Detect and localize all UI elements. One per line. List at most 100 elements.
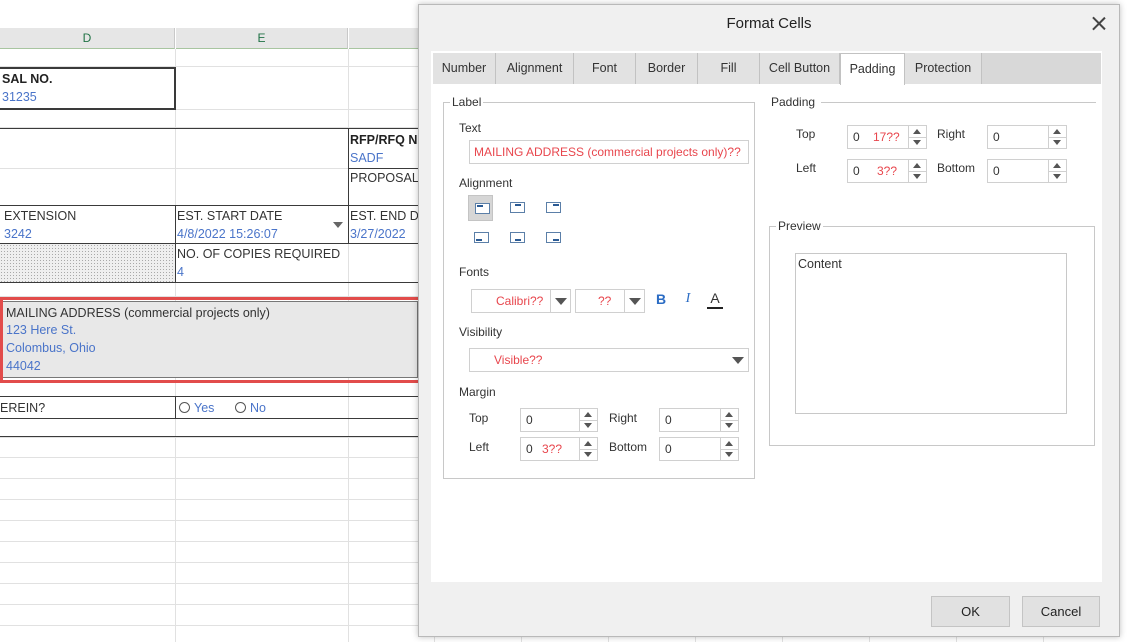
spin-up-icon[interactable] [1049, 126, 1066, 137]
spin-down-icon[interactable] [909, 137, 926, 148]
spin-up-icon[interactable] [721, 409, 738, 420]
copies-label: NO. OF COPIES REQUIRED [177, 247, 341, 261]
est-start-value[interactable]: 4/8/2022 15:26:07 [177, 225, 278, 243]
no-label: No [250, 401, 266, 415]
margin-left-label: Left [469, 440, 490, 454]
spin-up-icon[interactable] [909, 126, 926, 137]
align-bottom-right-icon [546, 232, 561, 243]
align-bottom-center-button[interactable] [504, 225, 529, 251]
fonts-label: Fonts [459, 265, 490, 279]
copies-value[interactable]: 4 [177, 263, 184, 281]
preview-box: Content [795, 253, 1067, 414]
format-cells-dialog: Format Cells Number Alignment Font Borde… [418, 4, 1120, 637]
font-color-icon[interactable]: A [707, 290, 723, 309]
padding-bottom-label: Bottom [937, 161, 976, 175]
margin-left-stepper[interactable]: 0 3?? [520, 437, 598, 461]
spin-up-icon[interactable] [721, 438, 738, 449]
spin-down-icon[interactable] [721, 449, 738, 460]
align-top-left-icon [475, 203, 490, 214]
spin-down-icon[interactable] [1049, 137, 1066, 148]
spin-down-icon[interactable] [909, 171, 926, 182]
text-label: Text [459, 121, 482, 135]
spin-down-icon[interactable] [580, 449, 597, 460]
tab-number[interactable]: Number [433, 53, 496, 84]
column-header-d[interactable]: D [0, 28, 175, 49]
italic-icon[interactable]: I [680, 291, 696, 307]
align-top-right-icon [546, 202, 561, 213]
align-top-right-button[interactable] [540, 195, 565, 221]
question-label: EREIN? [0, 401, 46, 415]
yes-label: Yes [194, 401, 215, 415]
padding-top-label: Top [796, 127, 816, 141]
visibility-label: Visibility [459, 325, 503, 339]
tab-padding[interactable]: Padding [840, 53, 905, 85]
spin-down-icon[interactable] [580, 420, 597, 431]
chevron-down-icon [624, 290, 644, 312]
margin-left-extra: 3?? [542, 442, 563, 456]
spin-down-icon[interactable] [721, 420, 738, 431]
est-end-value[interactable]: 3/27/2022 [350, 225, 406, 243]
spin-up-icon[interactable] [580, 438, 597, 449]
hatched-cell [0, 244, 175, 282]
no-radio[interactable]: No [235, 399, 266, 417]
font-size-select[interactable]: ?? [575, 289, 645, 313]
margin-bottom-value: 0 [665, 442, 672, 456]
extension-value[interactable]: 3242 [4, 225, 32, 243]
cancel-button[interactable]: Cancel [1022, 596, 1100, 627]
padding-bottom-stepper[interactable]: 0 [987, 159, 1067, 183]
spin-up-icon[interactable] [1049, 160, 1066, 171]
est-end-label: EST. END DA [350, 209, 428, 223]
preview-group-title: Preview [776, 219, 823, 233]
selection-highlight [0, 297, 423, 383]
padding-right-value: 0 [993, 130, 1000, 144]
padding-left-stepper[interactable]: 0 3?? [847, 159, 927, 183]
margin-bottom-stepper[interactable]: 0 [659, 437, 739, 461]
spin-down-icon[interactable] [1049, 171, 1066, 182]
align-top-center-button[interactable] [504, 195, 529, 221]
padding-right-label: Right [937, 127, 966, 141]
padding-top-extra: 17?? [873, 130, 900, 144]
preview-content: Content [798, 257, 842, 271]
column-header-f[interactable] [349, 28, 419, 49]
extension-label: EXTENSION [4, 209, 77, 223]
label-text-input[interactable]: MAILING ADDRESS (commercial projects onl… [469, 140, 749, 164]
margin-right-stepper[interactable]: 0 [659, 408, 739, 432]
margin-right-label: Right [609, 411, 638, 425]
margin-right-value: 0 [665, 413, 672, 427]
proposal-no-value[interactable]: 31235 [2, 88, 37, 106]
padding-right-stepper[interactable]: 0 [987, 125, 1067, 149]
padding-left-value: 0 [853, 164, 860, 178]
date-dropdown-arrow-icon[interactable] [333, 222, 343, 228]
tab-border[interactable]: Border [636, 53, 698, 84]
visibility-select[interactable]: Visible?? [469, 348, 749, 372]
padding-group-title: Padding [769, 95, 822, 109]
align-bottom-left-button[interactable] [468, 225, 493, 251]
tab-strip: Number Alignment Font Border Fill Cell B… [433, 53, 1101, 85]
spin-up-icon[interactable] [909, 160, 926, 171]
label-group-title: Label [450, 95, 484, 109]
column-header-e[interactable]: E [176, 28, 348, 49]
bold-icon[interactable]: B [653, 291, 669, 307]
padding-top-stepper[interactable]: 0 17?? [847, 125, 927, 149]
tab-fill[interactable]: Fill [698, 53, 760, 84]
padding-left-extra: 3?? [877, 164, 898, 178]
rfp-value[interactable]: SADF [350, 149, 383, 167]
tab-panel: Number Alignment Font Border Fill Cell B… [431, 51, 1102, 582]
yes-radio[interactable]: Yes [179, 399, 214, 417]
tab-cell-button[interactable]: Cell Button [760, 53, 840, 84]
tab-alignment[interactable]: Alignment [496, 53, 574, 84]
margin-top-stepper[interactable]: 0 [520, 408, 598, 432]
close-icon[interactable] [1090, 15, 1108, 33]
padding-left-label: Left [796, 161, 817, 175]
font-name-select[interactable]: Calibri?? [471, 289, 571, 313]
tab-font[interactable]: Font [574, 53, 636, 84]
align-bottom-right-button[interactable] [540, 225, 565, 251]
ok-button[interactable]: OK [931, 596, 1010, 627]
tab-protection[interactable]: Protection [905, 53, 982, 84]
margin-top-value: 0 [526, 413, 533, 427]
proposal-label: PROPOSAL [350, 171, 419, 185]
spin-up-icon[interactable] [580, 409, 597, 420]
align-top-left-button[interactable] [468, 195, 493, 221]
radio-circle-icon [179, 402, 190, 413]
est-start-label: EST. START DATE [177, 209, 283, 223]
